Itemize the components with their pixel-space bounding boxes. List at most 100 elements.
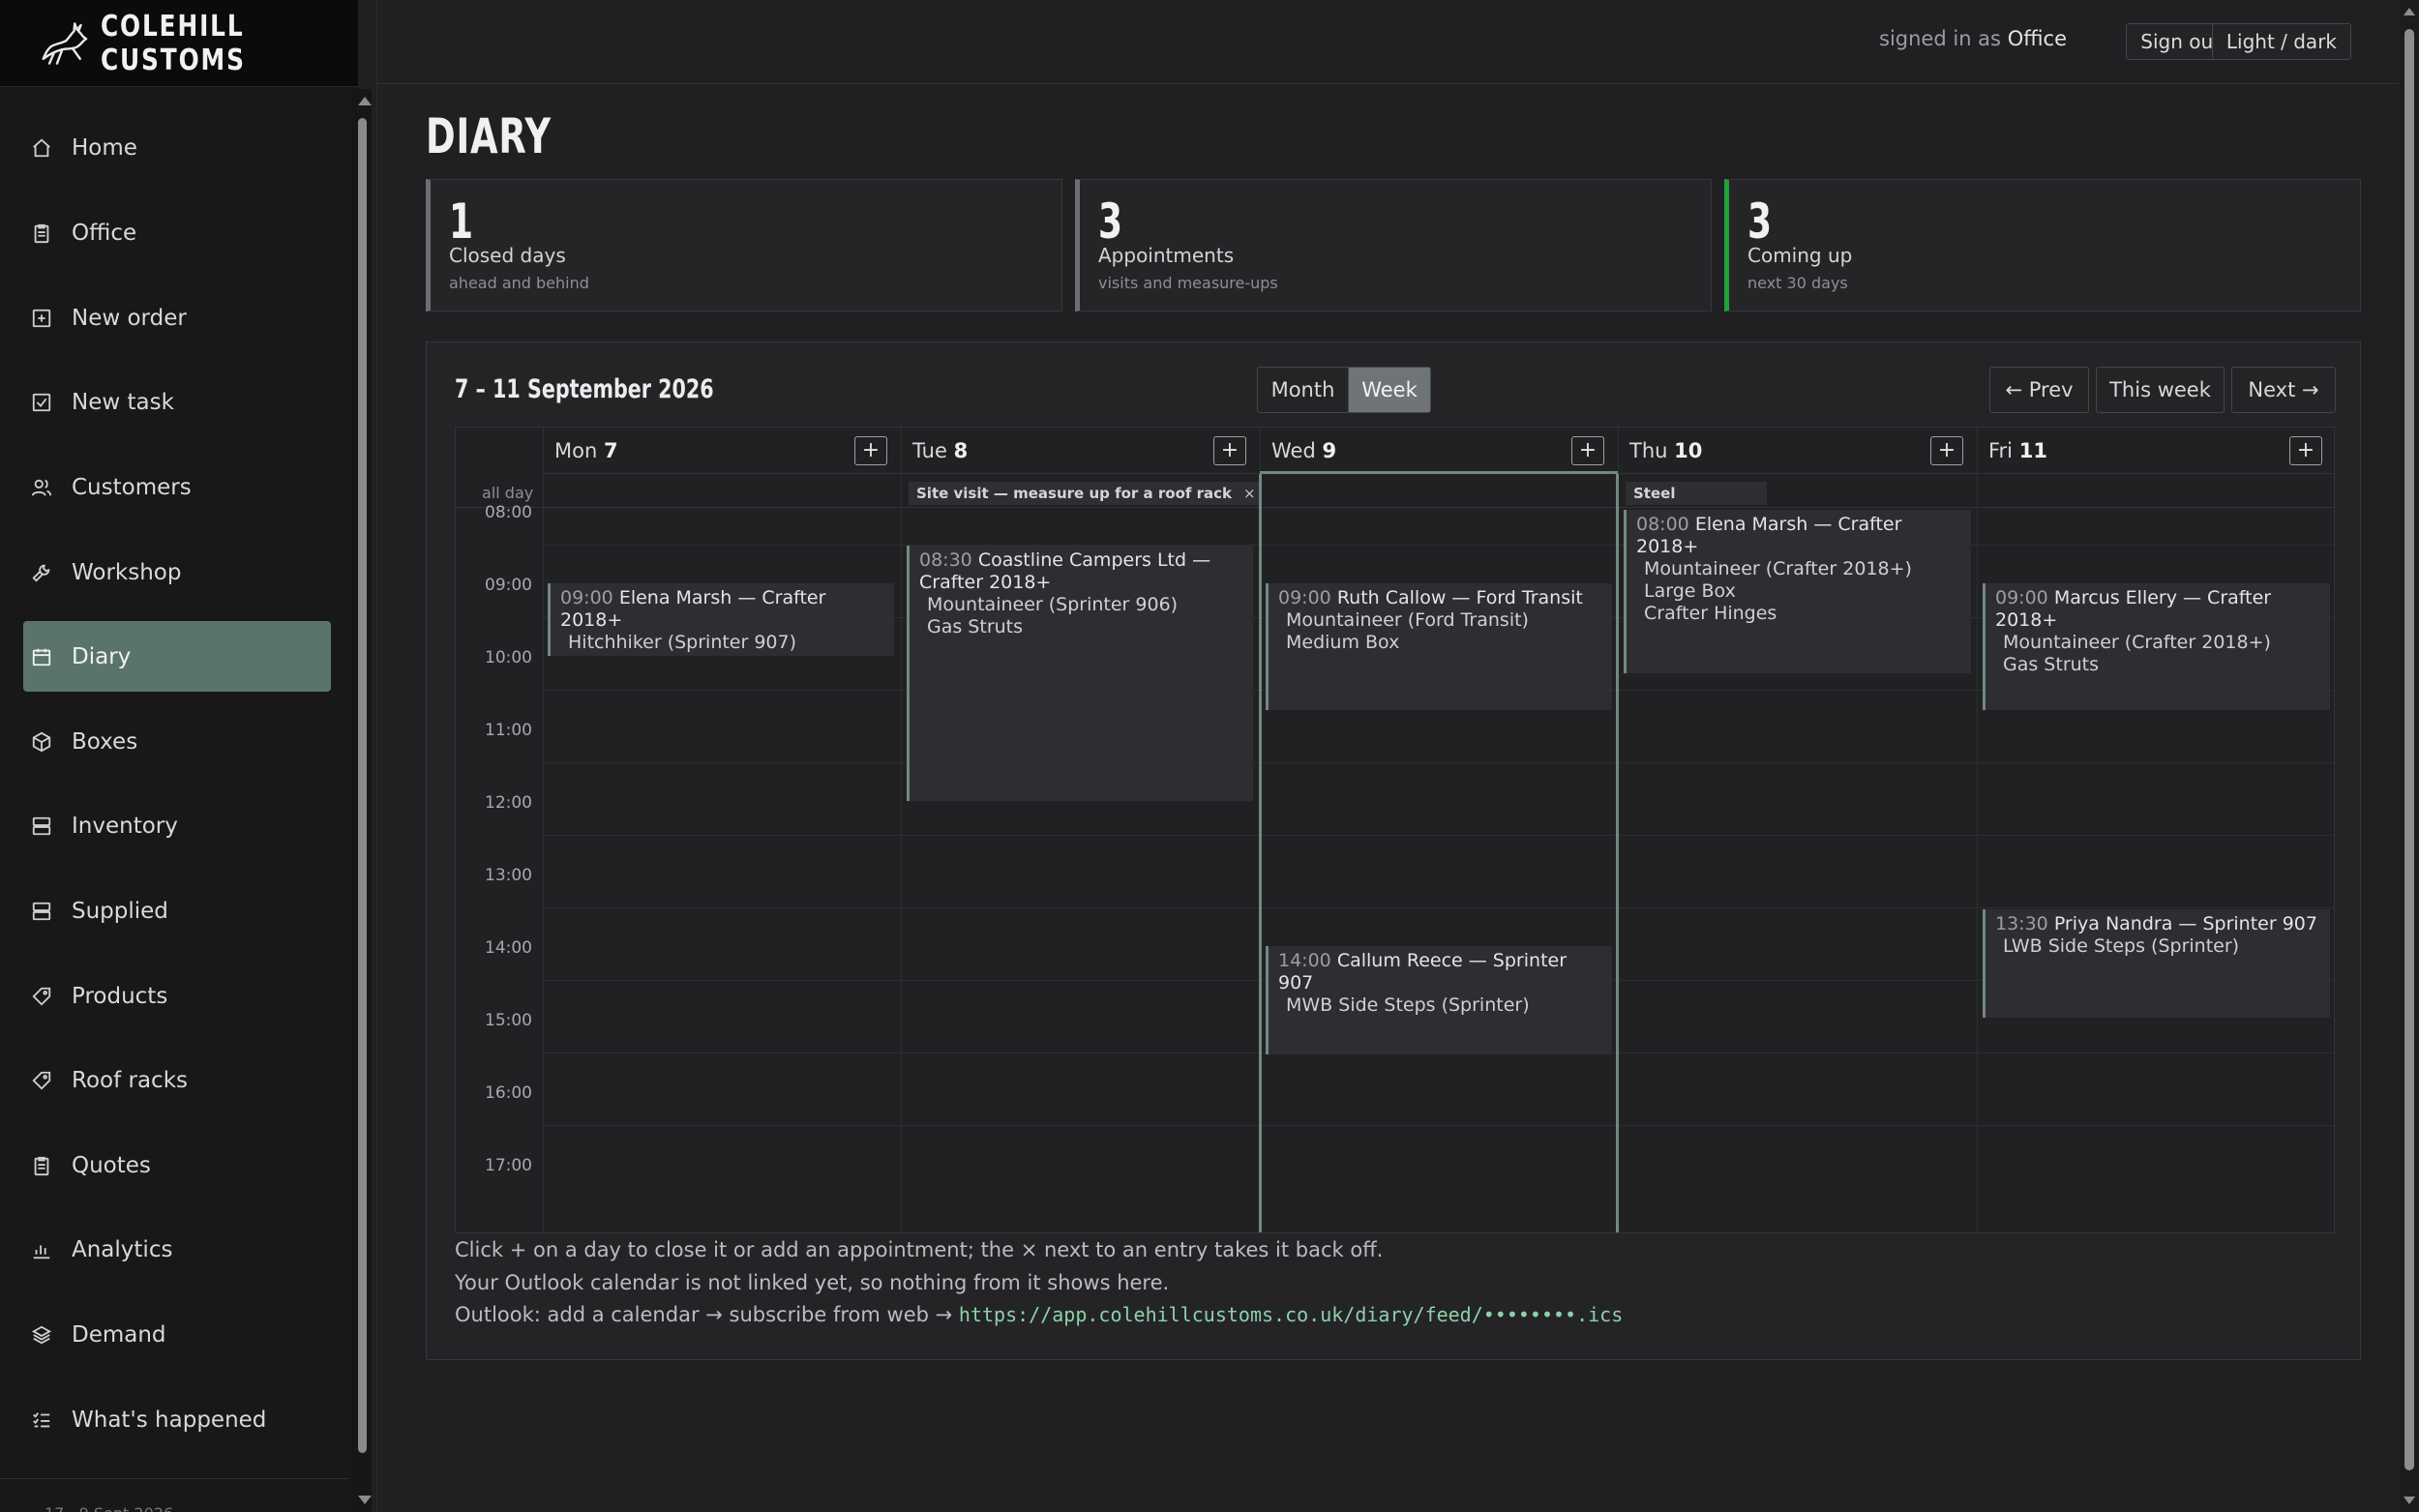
add-entry-button-fri[interactable]: + xyxy=(2289,436,2322,465)
stat-number: 3 xyxy=(1098,193,1123,250)
sidebar-item-new-order[interactable]: New order xyxy=(23,282,331,353)
sidebar-footer: 17 · 9 Sept 2026 xyxy=(0,1478,348,1512)
appointment-event[interactable]: 13:30 Priya Nandra — Sprinter 907 LWB Si… xyxy=(1983,909,2330,1018)
scroll-up-arrow-icon[interactable] xyxy=(358,97,372,105)
sidebar-item-analytics[interactable]: Analytics xyxy=(23,1214,331,1285)
sidebar-item-roof-racks[interactable]: Roof racks xyxy=(23,1045,331,1115)
add-entry-button-thu[interactable]: + xyxy=(1930,436,1963,465)
all-day-event-steel-delivery[interactable]: Steel delivery× xyxy=(1626,482,1767,525)
hour-label: 14:00 xyxy=(485,938,532,958)
brand[interactable]: COLEHILL CUSTOMS xyxy=(0,0,358,87)
event-detail: Mountaineer (Crafter 2018+) xyxy=(1644,558,1912,579)
stat-number: 3 xyxy=(1747,193,1773,250)
outlook-subscribe-prefix: Outlook: add a calendar → subscribe from… xyxy=(455,1303,953,1326)
scroll-down-arrow-icon[interactable] xyxy=(358,1496,372,1504)
event-detail: Hitchhiker (Sprinter 907) xyxy=(568,632,797,653)
all-day-event-label: Site visit — measure up for a roof rack xyxy=(916,485,1233,502)
clipboard-icon xyxy=(34,223,49,243)
sidebar-item-label: Roof racks xyxy=(72,1067,188,1093)
all-day-event-site-visit[interactable]: Site visit — measure up for a roof rack × xyxy=(909,482,1262,505)
sidebar-item-supplied[interactable]: Supplied xyxy=(23,875,331,946)
appointment-event[interactable]: 08:00 Elena Marsh — Crafter 2018+ Mounta… xyxy=(1624,510,1971,673)
scroll-up-arrow-icon[interactable] xyxy=(2404,8,2415,15)
grid-column-border xyxy=(1977,428,1978,1232)
calendar-feed-url[interactable]: https://app.colehillcustoms.co.uk/diary/… xyxy=(959,1303,1623,1326)
users-icon xyxy=(31,479,52,496)
appointment-event[interactable]: 09:00 Ruth Callow — Ford Transit Mountai… xyxy=(1266,583,1612,710)
event-detail: Mountaineer (Ford Transit) xyxy=(1286,609,1529,631)
stat-closed-days: 1 Closed days ahead and behind xyxy=(426,179,1062,311)
sidebar-item-office[interactable]: Office xyxy=(23,197,331,268)
signed-in-user: Office xyxy=(2007,27,2067,50)
sidebar-item-diary[interactable]: Diary xyxy=(23,621,331,692)
hour-line xyxy=(543,835,2334,836)
event-detail: LWB Side Steps (Sprinter) xyxy=(2003,935,2240,957)
add-entry-button-tue[interactable]: + xyxy=(1213,436,1246,465)
event-detail: Large Box xyxy=(1644,580,1736,602)
sidebar-item-workshop[interactable]: Workshop xyxy=(23,537,331,608)
sidebar-item-customers[interactable]: Customers xyxy=(23,452,331,522)
sidebar-scroll-thumb[interactable] xyxy=(358,118,367,1453)
grid-column-border xyxy=(901,428,902,1232)
closed-day-marker xyxy=(1259,474,1262,1232)
event-detail: Gas Struts xyxy=(927,616,1024,637)
jumping-hare-logo-icon xyxy=(42,21,88,65)
home-icon xyxy=(33,138,50,157)
event-time: 08:30 xyxy=(919,549,972,571)
sidebar-item-label: Demand xyxy=(72,1321,166,1348)
sidebar-item-new-task[interactable]: New task xyxy=(23,367,331,437)
event-time: 08:00 xyxy=(1636,514,1689,535)
sidebar-item-home[interactable]: Home xyxy=(23,112,331,183)
sidebar-item-label: Customers xyxy=(72,474,192,500)
next-week-button[interactable]: Next → xyxy=(2231,367,2336,413)
check-square-icon xyxy=(32,393,51,411)
add-entry-button-mon[interactable]: + xyxy=(854,436,887,465)
server-icon xyxy=(32,816,51,835)
event-time: 09:00 xyxy=(560,587,613,608)
this-week-button[interactable]: This week xyxy=(2096,367,2225,413)
remove-entry-close-icon[interactable]: × xyxy=(1243,485,1256,502)
stat-sublabel: ahead and behind xyxy=(449,274,589,292)
sidebar-item-whats-happened[interactable]: What's happened xyxy=(23,1384,331,1455)
page-scrollbar[interactable] xyxy=(2400,0,2419,1512)
sidebar-item-boxes[interactable]: Boxes xyxy=(23,706,331,777)
server-icon xyxy=(32,902,51,920)
day-name: Wed 9 xyxy=(1271,439,1337,462)
page-scroll-thumb[interactable] xyxy=(2404,29,2414,1470)
sidebar-item-quotes[interactable]: Quotes xyxy=(23,1130,331,1201)
theme-toggle-button[interactable]: Light / dark xyxy=(2211,23,2351,60)
sidebar-item-label: Diary xyxy=(72,643,132,669)
sidebar-item-label: Supplied xyxy=(72,898,168,924)
appointment-event[interactable]: 09:00 Elena Marsh — Crafter 2018+ Hitchh… xyxy=(548,583,894,656)
sidebar-item-products[interactable]: Products xyxy=(23,961,331,1031)
sidebar-scrollbar[interactable] xyxy=(352,89,372,1512)
event-title: Ruth Callow — Ford Transit xyxy=(1336,587,1583,608)
signed-in-status: signed in as Office xyxy=(1879,27,2067,50)
hour-label: 15:00 xyxy=(485,1011,532,1030)
appointment-event[interactable]: 14:00 Callum Reece — Sprinter 907 MWB Si… xyxy=(1266,946,1612,1054)
week-range-label: 7 – 11 September 2026 xyxy=(455,374,714,404)
layers-icon xyxy=(31,1325,52,1344)
stat-number: 1 xyxy=(449,193,474,250)
sidebar-item-label: Home xyxy=(72,134,137,161)
month-view-button[interactable]: Month xyxy=(1257,367,1349,413)
sidebar: COLEHILL CUSTOMS Home Office New order N… xyxy=(0,0,372,1512)
calendar-panel: 7 – 11 September 2026 Month Week ← Prev … xyxy=(426,341,2361,1360)
sidebar-item-inventory[interactable]: Inventory xyxy=(23,790,331,861)
sidebar-divider xyxy=(376,0,377,1512)
scroll-down-arrow-icon[interactable] xyxy=(2404,1497,2415,1504)
sidebar-nav: Home Office New order New task Customers… xyxy=(0,87,348,1480)
topbar: signed in as Office Sign out Light / dar… xyxy=(377,0,2400,84)
sidebar-item-label: Products xyxy=(72,983,168,1009)
sidebar-item-demand[interactable]: Demand xyxy=(23,1299,331,1370)
add-entry-button-wed[interactable]: + xyxy=(1571,436,1604,465)
sidebar-item-label: What's happened xyxy=(72,1407,267,1433)
week-view-button[interactable]: Week xyxy=(1348,367,1431,413)
prev-week-button[interactable]: ← Prev xyxy=(1989,367,2089,413)
stat-sublabel: visits and measure-ups xyxy=(1098,274,1278,292)
appointment-event[interactable]: 09:00 Marcus Ellery — Crafter 2018+ Moun… xyxy=(1983,583,2330,710)
all-day-row xyxy=(456,474,2334,508)
appointment-event[interactable]: 08:30 Coastline Campers Ltd — Crafter 20… xyxy=(907,546,1253,801)
week-grid: Mon 7 + Tue 8 + Wed 9 + Thu 10 + Fri 11 … xyxy=(455,427,2335,1233)
hour-line xyxy=(543,907,2334,908)
